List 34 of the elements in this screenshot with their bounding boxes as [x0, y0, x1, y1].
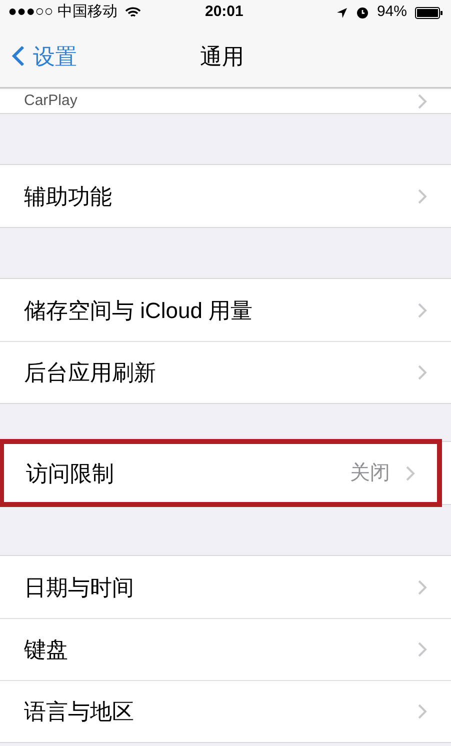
page-title: 通用 [200, 42, 244, 70]
chevron-icon [418, 94, 427, 108]
row-value: 关闭 [350, 461, 390, 486]
back-chevron-icon [12, 45, 25, 67]
settings-row[interactable]: 辅助功能 [0, 165, 451, 227]
back-button[interactable]: 设置 [0, 40, 77, 72]
row-label: 日期与时间 [24, 574, 134, 602]
chevron-icon [406, 466, 415, 480]
alarm-clock-icon [356, 6, 369, 19]
status-time: 20:01 [205, 2, 244, 22]
chevron-icon [418, 642, 427, 657]
row-label: 后台应用刷新 [24, 359, 156, 387]
chevron-icon [418, 365, 427, 380]
row-label: 语言与地区 [24, 698, 134, 726]
settings-row[interactable]: 日期与时间 [0, 556, 451, 618]
row-label: 访问限制 [26, 460, 114, 488]
settings-row[interactable]: 后台应用刷新 [0, 341, 451, 403]
location-arrow-icon [336, 6, 348, 18]
settings-row[interactable]: 键盘 [0, 618, 451, 680]
row-label: 辅助功能 [24, 182, 112, 210]
wifi-icon [125, 6, 142, 18]
settings-row[interactable]: 储存空间与 iCloud 用量 [0, 279, 451, 341]
chevron-icon [418, 302, 427, 318]
row-label: CarPlay [24, 90, 78, 111]
row-label: 键盘 [24, 636, 68, 664]
battery-percent: 94% [376, 2, 407, 22]
chevron-icon [418, 188, 427, 204]
battery-icon [415, 6, 443, 18]
settings-row[interactable]: CarPlay [0, 89, 451, 113]
carrier-text: ●●●○○ 中国移动 [8, 2, 118, 22]
settings-row[interactable]: 语言与地区 [0, 680, 451, 742]
chevron-icon [418, 704, 427, 719]
row-label: 储存空间与 iCloud 用量 [24, 296, 253, 324]
chevron-icon [418, 580, 427, 594]
